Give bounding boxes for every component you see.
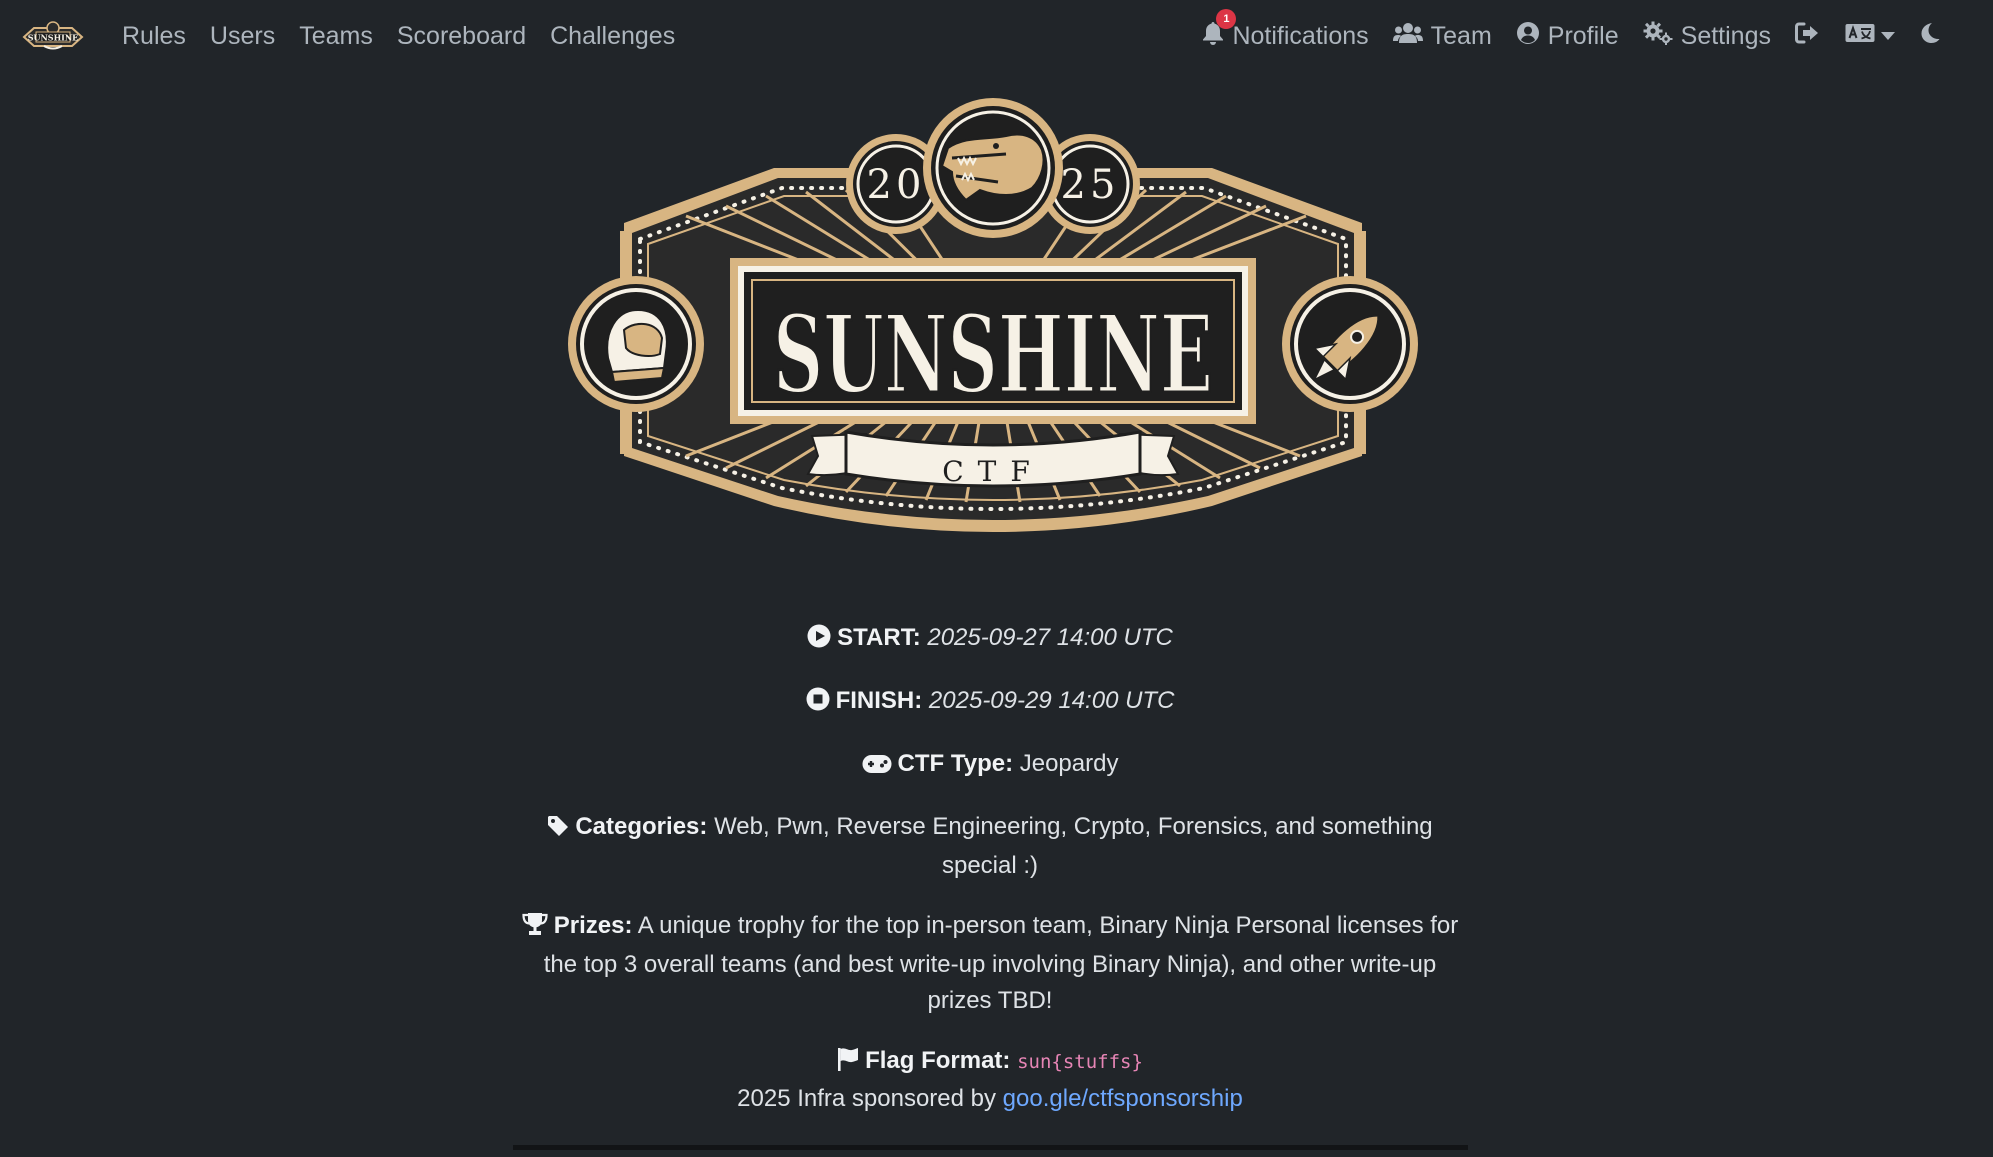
moon-icon [1919, 22, 1941, 51]
nav-team[interactable]: Team [1381, 0, 1504, 72]
type-value: Jeopardy [1019, 750, 1119, 777]
logo-title: SUNSHINE [773, 292, 1213, 418]
logo-year-right: 25 [1061, 162, 1120, 208]
start-value: 2025-09-27 14:00 UTC [927, 624, 1173, 651]
prizes-value: A unique trophy for the top in-person te… [543, 912, 1459, 1014]
flag-icon [837, 1046, 859, 1082]
play-circle-icon [807, 623, 831, 659]
nav-settings[interactable]: Settings [1631, 0, 1783, 72]
logo-ribbon: CTF [942, 455, 1044, 488]
flag-format-value: sun{stuffs} [1017, 1051, 1143, 1073]
categories-value: Web, Pwn, Reverse Engineering, Crypto, F… [714, 813, 1433, 879]
notification-count-badge: 1 [1216, 8, 1237, 29]
stop-circle-icon [806, 686, 830, 722]
finish-value: 2025-09-29 14:00 UTC [928, 687, 1175, 714]
prizes-label: Prizes: [553, 912, 633, 939]
gears-icon [1643, 21, 1673, 52]
categories-label: Categories: [575, 813, 708, 840]
flag-line: Flag Format: sun{stuffs} [510, 1043, 1470, 1082]
svg-text:SUNSHINE: SUNSHINE [28, 33, 79, 43]
nav-challenges[interactable]: Challenges [538, 0, 687, 72]
nav-rules[interactable]: Rules [110, 0, 198, 72]
top-navbar: SUNSHINE Rules Users Teams Scoreboard Ch… [0, 0, 1993, 72]
chevron-down-icon [1881, 32, 1895, 40]
sponsor-text: 2025 Infra sponsored by [737, 1085, 996, 1112]
tag-icon [547, 812, 569, 848]
start-label: START: [837, 624, 921, 651]
prizes-line: Prizes: A unique trophy for the top in-p… [510, 908, 1470, 1019]
categories-line: Categories: Web, Pwn, Reverse Engineerin… [510, 809, 1470, 884]
type-label: CTF Type: [897, 750, 1014, 777]
bell-icon: 1 [1202, 8, 1237, 52]
nav-teams[interactable]: Teams [287, 0, 385, 72]
finish-line: FINISH: 2025-09-29 14:00 UTC [510, 683, 1470, 722]
theme-toggle[interactable] [1907, 0, 1953, 72]
gamepad-icon [862, 749, 892, 785]
language-icon [1845, 22, 1875, 51]
user-circle-icon [1516, 21, 1540, 52]
nav-users[interactable]: Users [198, 0, 287, 72]
users-icon [1392, 22, 1423, 51]
flag-label: Flag Format: [865, 1047, 1011, 1074]
ctf-info: START: 2025-09-27 14:00 UTC FINISH: 2025… [510, 620, 1470, 1106]
brand-logo[interactable]: SUNSHINE [20, 18, 86, 56]
nav-notifications[interactable]: 1 Notifications [1190, 0, 1380, 72]
type-line: CTF Type: Jeopardy [510, 746, 1470, 785]
nav-scoreboard[interactable]: Scoreboard [385, 0, 538, 72]
logo-year-left: 20 [867, 162, 926, 208]
nav-logout[interactable] [1783, 0, 1833, 72]
trophy-icon [522, 911, 548, 947]
logout-icon [1795, 22, 1821, 51]
settings-label: Settings [1680, 21, 1771, 50]
profile-label: Profile [1547, 21, 1619, 50]
start-line: START: 2025-09-27 14:00 UTC [510, 620, 1470, 659]
sponsor-line: 2025 Infra sponsored by goo.gle/ctfspons… [510, 1085, 1470, 1113]
alligator-icon [940, 133, 1045, 202]
divider [513, 1145, 1468, 1150]
team-label: Team [1430, 21, 1492, 50]
nav-profile[interactable]: Profile [1504, 0, 1631, 72]
finish-label: FINISH: [835, 687, 923, 714]
sponsor-link[interactable]: goo.gle/ctfsponsorship [1003, 1085, 1243, 1112]
language-dropdown[interactable] [1833, 0, 1907, 72]
notifications-label: Notifications [1232, 21, 1369, 50]
sunshine-ctf-logo: SUNSHINE CTF 20 25 [568, 98, 1418, 532]
helmet-icon [606, 308, 668, 384]
